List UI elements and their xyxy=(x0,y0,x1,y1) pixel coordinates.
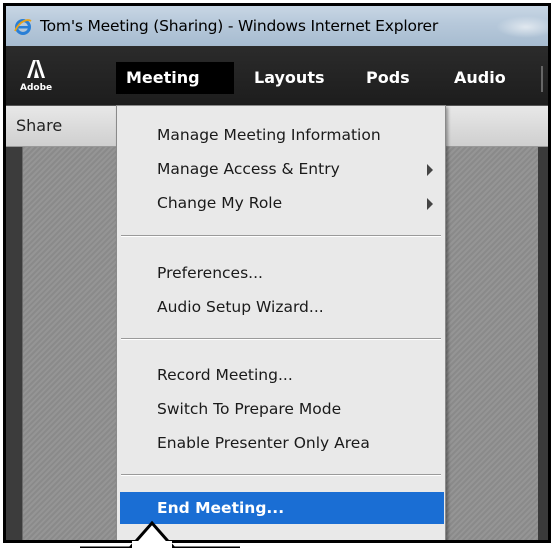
callout-pointer xyxy=(80,520,240,548)
menu-item-switch-to-prepare-mode[interactable]: Switch To Prepare Mode xyxy=(117,393,445,425)
adobe-logo: Adobe xyxy=(20,60,52,94)
menu-item-label: Manage Meeting Information xyxy=(157,126,381,144)
app-menu-bar: Adobe Meeting Layouts Pods Audio xyxy=(6,46,548,106)
menu-item-change-my-role[interactable]: Change My Role xyxy=(117,187,445,219)
adobe-logo-text: Adobe xyxy=(20,83,53,93)
share-pod-title: Share xyxy=(16,116,63,135)
menu-item-label: Change My Role xyxy=(157,194,283,212)
menu-item-label: Enable Presenter Only Area xyxy=(157,434,370,452)
meeting-dropdown-menu: Manage Meeting Information Manage Access… xyxy=(116,105,446,540)
menu-separator xyxy=(121,474,441,476)
adobe-logo-icon xyxy=(27,60,45,78)
submenu-arrow-icon xyxy=(427,164,433,176)
menu-item-label: Switch To Prepare Mode xyxy=(157,400,342,418)
menu-item-manage-access-entry[interactable]: Manage Access & Entry xyxy=(117,153,445,185)
menu-item-label: Audio Setup Wizard... xyxy=(157,298,324,316)
browser-window: Tom's Meeting (Sharing) - Windows Intern… xyxy=(3,3,551,543)
menu-item-enable-presenter-only-area[interactable]: Enable Presenter Only Area xyxy=(117,427,445,459)
menu-separator xyxy=(121,338,441,340)
menu-item-audio-setup-wizard[interactable]: Audio Setup Wizard... xyxy=(117,291,445,323)
menu-separator xyxy=(121,235,441,237)
menu-item-label: Record Meeting... xyxy=(157,366,293,384)
menu-item-manage-meeting-information[interactable]: Manage Meeting Information xyxy=(117,119,445,151)
menu-item-label: Preferences... xyxy=(157,264,263,282)
window-title: Tom's Meeting (Sharing) - Windows Intern… xyxy=(40,17,439,35)
menu-layouts[interactable]: Layouts xyxy=(244,62,334,94)
menu-item-record-meeting[interactable]: Record Meeting... xyxy=(117,359,445,391)
menu-audio[interactable]: Audio xyxy=(444,62,516,94)
menu-divider xyxy=(541,66,543,92)
share-pod-header-right xyxy=(446,106,548,147)
menu-item-preferences[interactable]: Preferences... xyxy=(117,257,445,289)
menu-pods[interactable]: Pods xyxy=(356,62,420,94)
share-pod-header: Share xyxy=(6,106,116,147)
window-title-bar: Tom's Meeting (Sharing) - Windows Intern… xyxy=(6,6,548,46)
submenu-arrow-icon xyxy=(427,198,433,210)
pod-left-border xyxy=(6,147,22,540)
title-bar-glow xyxy=(496,16,548,38)
internet-explorer-icon xyxy=(14,19,32,35)
menu-meeting[interactable]: Meeting xyxy=(116,62,234,94)
menu-item-label: Manage Access & Entry xyxy=(157,160,340,178)
